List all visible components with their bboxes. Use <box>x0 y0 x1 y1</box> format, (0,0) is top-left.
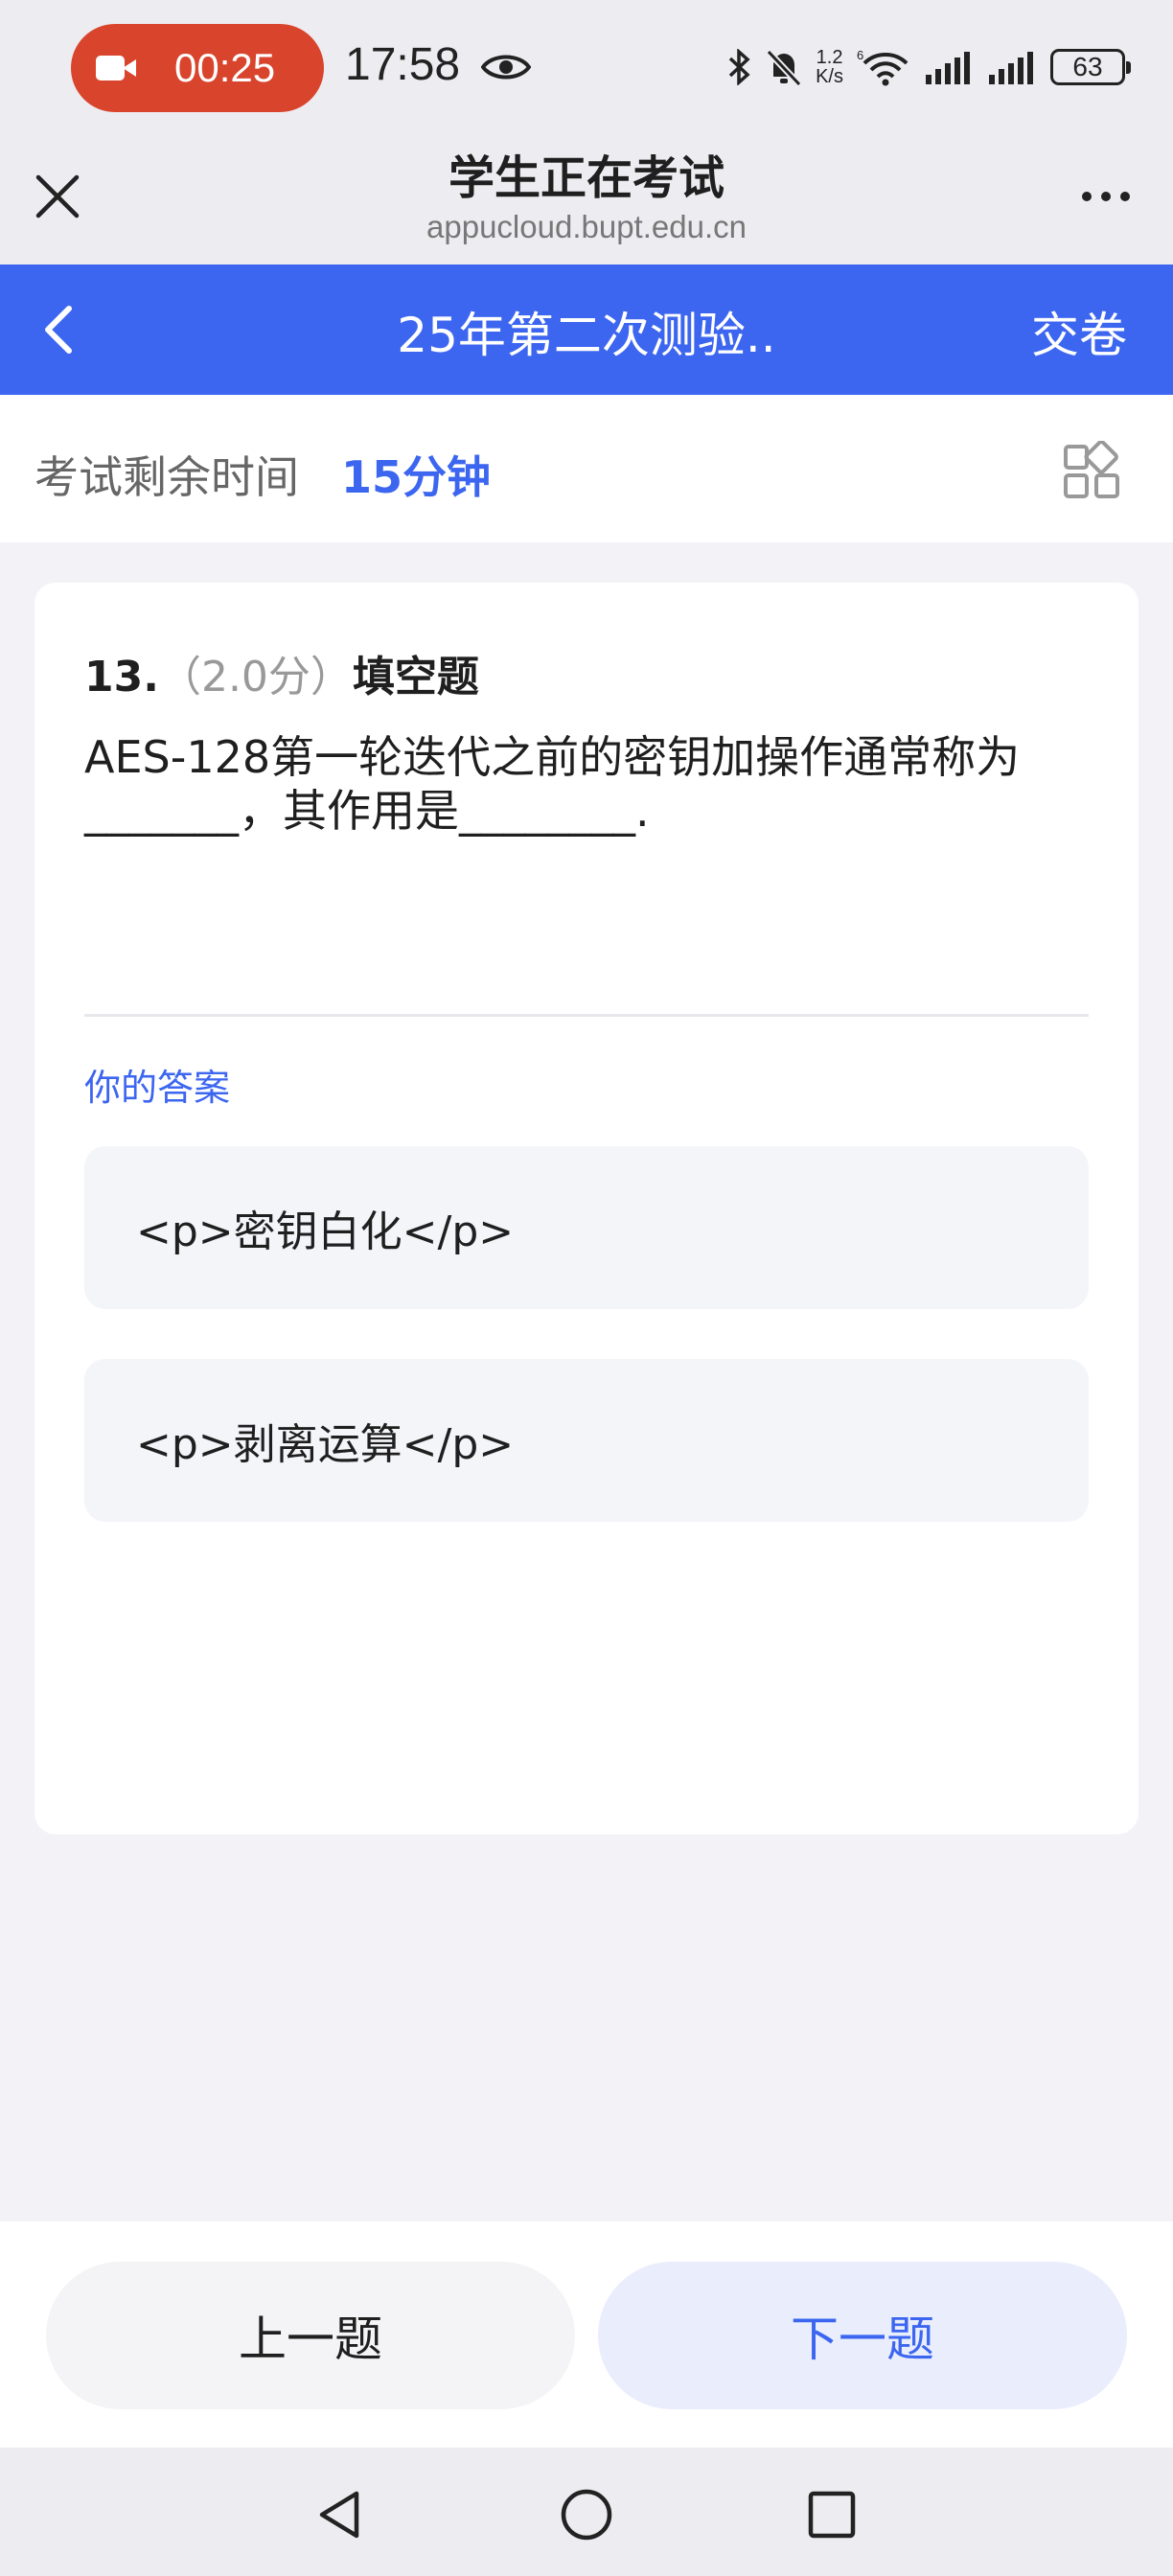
network-speed-unit: K/s <box>816 66 843 87</box>
question-grid-icon[interactable] <box>1062 441 1121 500</box>
previous-question-button[interactable]: 上一题 <box>46 2262 575 2409</box>
browser-header: 学生正在考试 appucloud.bupt.edu.cn <box>0 134 1173 264</box>
more-dot-icon <box>1120 192 1130 201</box>
network-speed-value: 1.2 <box>816 47 843 68</box>
question-type: 填空题 <box>352 653 479 702</box>
your-answer-label: 你的答案 <box>84 1067 231 1109</box>
question-score: （2.0分） <box>158 653 353 702</box>
question-navigation-bar: 上一题 下一题 <box>0 2221 1173 2448</box>
question-text-line-1: AES-128第一轮迭代之前的密钥加操作通常称为 <box>84 731 1021 783</box>
system-navigation-bar <box>0 2448 1173 2576</box>
status-icons: 1.2 K/s 6 63 <box>727 38 1131 96</box>
signal-2-icon <box>989 52 1033 84</box>
eye-icon <box>481 55 531 80</box>
nav-recent-apps-icon[interactable] <box>803 2486 861 2543</box>
question-header: 13.（2.0分）填空题 <box>84 642 479 703</box>
recording-time: 00:25 <box>174 45 276 90</box>
more-options-button[interactable] <box>1068 172 1144 220</box>
answer-blank-2[interactable]: <p>剥离运算</p> <box>84 1359 1089 1522</box>
timer-bar: 考试剩余时间 15分钟 <box>0 395 1173 542</box>
bell-muted-icon <box>766 49 802 86</box>
nav-home-icon[interactable] <box>558 2486 615 2543</box>
svg-text:6: 6 <box>857 48 863 62</box>
question-number: 13. <box>84 653 159 702</box>
nav-back-icon[interactable] <box>312 2486 370 2543</box>
answer-blank-1[interactable]: <p>密钥白化</p> <box>84 1146 1089 1309</box>
question-text-line-2: _______，其作用是________. <box>84 785 650 837</box>
question-text: AES-128第一轮迭代之前的密钥加操作通常称为 _______，其作用是___… <box>84 730 1110 838</box>
app-bar: 25年第二次测验.. 交卷 <box>0 264 1173 395</box>
remaining-time-value: 15分钟 <box>341 451 492 503</box>
divider <box>84 1014 1089 1017</box>
screen-record-indicator[interactable]: 00:25 <box>71 24 324 112</box>
status-clock: 17:58 <box>345 39 461 90</box>
video-camera-icon <box>96 54 136 82</box>
browser-page-title: 学生正在考试 <box>448 151 724 205</box>
more-dot-icon <box>1101 192 1111 201</box>
wifi-icon: 6 <box>857 48 908 86</box>
exam-title: 25年第二次测验.. <box>397 308 776 363</box>
next-question-button[interactable]: 下一题 <box>598 2262 1127 2409</box>
browser-url: appucloud.bupt.edu.cn <box>426 209 747 244</box>
signal-1-icon <box>926 52 970 84</box>
more-dot-icon <box>1082 192 1092 201</box>
battery-indicator: 63 <box>1050 49 1131 85</box>
network-speed: 1.2 K/s <box>816 48 843 86</box>
remaining-time-label: 考试剩余时间 <box>34 451 299 503</box>
submit-exam-button[interactable]: 交卷 <box>1031 297 1127 366</box>
status-bar: 00:25 17:58 1.2 K/s 6 63 <box>0 0 1173 134</box>
question-card: 13.（2.0分）填空题 AES-128第一轮迭代之前的密钥加操作通常称为 __… <box>34 583 1138 1834</box>
bluetooth-icon <box>728 49 750 85</box>
